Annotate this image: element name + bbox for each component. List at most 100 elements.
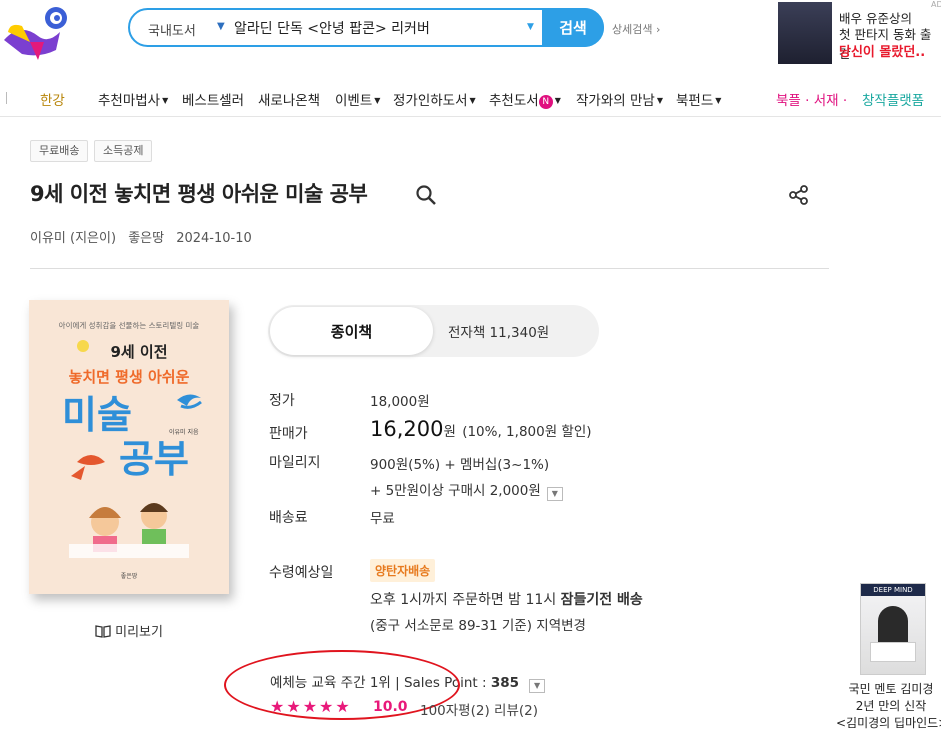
aladin-logo[interactable]	[0, 2, 72, 62]
nav-item-label: 이벤트	[335, 93, 373, 109]
cover-title2: 놓치면 평생 아쉬운	[69, 368, 190, 386]
main-nav: 한강 추천마법사 ▼ 베스트셀러 새로나온책 이벤트 ▼ 정가인하도서 ▼ 추천도서 N…	[0, 84, 941, 114]
publish-date: 2024-10-10	[176, 231, 252, 246]
nav-item-label: 북플	[776, 93, 801, 109]
nav-item-label: 한강	[40, 93, 65, 109]
search-icon[interactable]	[414, 183, 438, 207]
caret-down-icon: ▼	[162, 96, 169, 105]
caret-down-icon: ▼	[715, 96, 722, 105]
chevron-down-icon[interactable]: ▼	[529, 679, 546, 693]
nav-item-label: 작가와의 만남	[576, 93, 655, 109]
delivery-address[interactable]: (중구 서소문로 89-31 기준) 지역변경	[370, 614, 586, 634]
nav-item-bookfund[interactable]: 북펀드 ▼	[676, 89, 721, 109]
cover-top-text: 아이에게 성취감을 선물하는 스토리텔링 미술	[59, 320, 200, 330]
nav-item-label: 추천마법사	[98, 93, 161, 109]
ad-text-line3[interactable]: 당신이 몰랐던..	[839, 41, 925, 60]
nav-link-changjak[interactable]: 창작플랫폼	[862, 89, 924, 109]
cover-title1: 9세 이전	[110, 343, 167, 361]
sale-price-value: 16,200	[370, 417, 444, 441]
nav-item-recommend-wizard[interactable]: 추천마법사 ▼	[98, 89, 168, 109]
sale-price-label: 판매가	[269, 426, 308, 442]
author-photo-body	[870, 642, 916, 662]
list-price-label: 정가	[269, 393, 295, 409]
cover-title3: 미술	[62, 393, 132, 437]
search-button[interactable]: 검색	[542, 8, 604, 47]
star-rating: ★★★★★	[270, 697, 352, 716]
nav-item-label: 베스트셀러	[182, 93, 245, 109]
tag-tax-deduction: 소득공제	[94, 140, 153, 162]
list-price-value: 18,000원	[370, 394, 430, 410]
mileage-value: 900원(5%) + 멤버십(3~1%)	[370, 457, 550, 473]
cover-publisher: 좋은땅	[121, 572, 138, 580]
share-icon[interactable]	[788, 184, 810, 206]
delivery-date-label: 수령예상일	[269, 565, 334, 581]
preview-button[interactable]: 미리보기	[95, 621, 163, 640]
book-open-icon	[95, 625, 111, 638]
sale-price-unit: 원	[443, 424, 456, 440]
shipping-value: 무료	[370, 511, 395, 527]
right-ad-book-title: DEEP MIND	[861, 584, 925, 596]
caret-down-icon: ▼	[656, 96, 663, 105]
nav-dot: ·	[800, 93, 814, 109]
nav-dot: ·	[838, 93, 848, 109]
search-history-dropdown-icon[interactable]: ▼	[527, 22, 534, 32]
nav-item-label: 새로나온책	[258, 93, 321, 109]
mileage-label: 마일리지	[269, 455, 321, 471]
nav-item-label: 정가인하도서	[393, 93, 468, 109]
divider	[30, 268, 829, 269]
author-photo	[878, 606, 908, 642]
shipping-label: 배송료	[269, 510, 308, 526]
tab-ebook[interactable]: 전자책 11,340원	[448, 321, 549, 341]
nav-item-label: 창작플랫폼	[862, 93, 925, 109]
tag-free-shipping: 무료배송	[30, 140, 89, 162]
right-ad-line2[interactable]: 2년 만의 신작	[836, 697, 941, 714]
search-category-select[interactable]: 국내도서	[148, 20, 196, 39]
delivery-emphasis: 잠들기전 배송	[560, 592, 643, 608]
nav-link-bookple[interactable]: 북플 · 서재 ·	[776, 89, 847, 109]
page-title: 9세 이전 놓치면 평생 아쉬운 미술 공부	[30, 182, 368, 206]
nav-item-label: 추천도서	[489, 93, 539, 109]
nav-item-bestseller[interactable]: 베스트셀러	[182, 89, 244, 109]
ad-mark: AD	[931, 0, 941, 9]
nav-item-events[interactable]: 이벤트 ▼	[335, 89, 380, 109]
delivery-badge: 양탄자배송	[370, 559, 436, 582]
nav-item-label: 서재	[813, 93, 839, 109]
cover-author: 이유미 지음	[169, 428, 199, 436]
new-badge: N	[538, 95, 553, 109]
nav-item-recommended[interactable]: 추천도서 N ▼	[489, 89, 561, 109]
nav-item-author-meet[interactable]: 작가와의 만남 ▼	[576, 89, 663, 109]
nav-item-price-cut[interactable]: 정가인하도서 ▼	[393, 89, 476, 109]
search-input[interactable]	[234, 17, 524, 39]
book-meta: 이유미 (지은이) 좋은땅 2024-10-10	[30, 227, 252, 246]
right-ad-line3[interactable]: <김미경의 딥마인드>	[836, 714, 941, 731]
detail-search-link[interactable]: 상세검색 ›	[612, 21, 660, 37]
chevron-down-icon[interactable]: ▼	[546, 487, 563, 501]
caret-down-icon: ▼	[554, 96, 561, 105]
delivery-info: 오후 1시까지 주문하면 밤 11시 잠들기전 배송	[370, 589, 643, 609]
rating-score: 10.0	[373, 699, 408, 715]
nav-item-hangang[interactable]: 한강	[40, 89, 65, 109]
preview-label: 미리보기	[115, 625, 163, 640]
chevron-down-icon[interactable]: ▼	[217, 21, 225, 32]
tab-paper-book[interactable]: 종이책	[270, 307, 433, 355]
search-bar: 국내도서 ▼ ▼ 검색	[128, 8, 604, 47]
nav-item-new-books[interactable]: 새로나온책	[258, 89, 320, 109]
nav-underline	[0, 116, 941, 117]
caret-down-icon: ▼	[374, 96, 381, 105]
caret-down-icon: ▼	[469, 96, 476, 105]
delivery-text: 오후 1시까지 주문하면 밤 11시	[370, 592, 561, 608]
discount-info: (10%, 1,800원 할인)	[462, 424, 592, 440]
sales-point-value: 385	[490, 675, 520, 691]
sale-price: 16,200원 (10%, 1,800원 할인)	[370, 417, 592, 441]
author-link[interactable]: 이유미 (지은이)	[30, 231, 116, 246]
publisher-link[interactable]: 좋은땅	[128, 231, 164, 246]
cover-title4: 공부	[119, 437, 189, 481]
mileage-extra-text: + 5만원이상 구매시 2,000원	[370, 483, 541, 499]
mileage-extra: + 5만원이상 구매시 2,000원 ▼	[370, 479, 563, 501]
right-ad-book-image[interactable]: DEEP MIND	[860, 583, 926, 675]
review-links[interactable]: 100자평(2) 리뷰(2)	[420, 699, 538, 719]
right-ad-line1[interactable]: 국민 멘토 김미경	[836, 680, 941, 697]
ad-book-image[interactable]	[778, 2, 832, 64]
book-cover-image[interactable]: 아이에게 성취감을 선물하는 스토리텔링 미술 9세 이전 놓치면 평생 아쉬운…	[29, 300, 229, 594]
format-tabs: 종이책 전자책 11,340원	[268, 305, 599, 357]
